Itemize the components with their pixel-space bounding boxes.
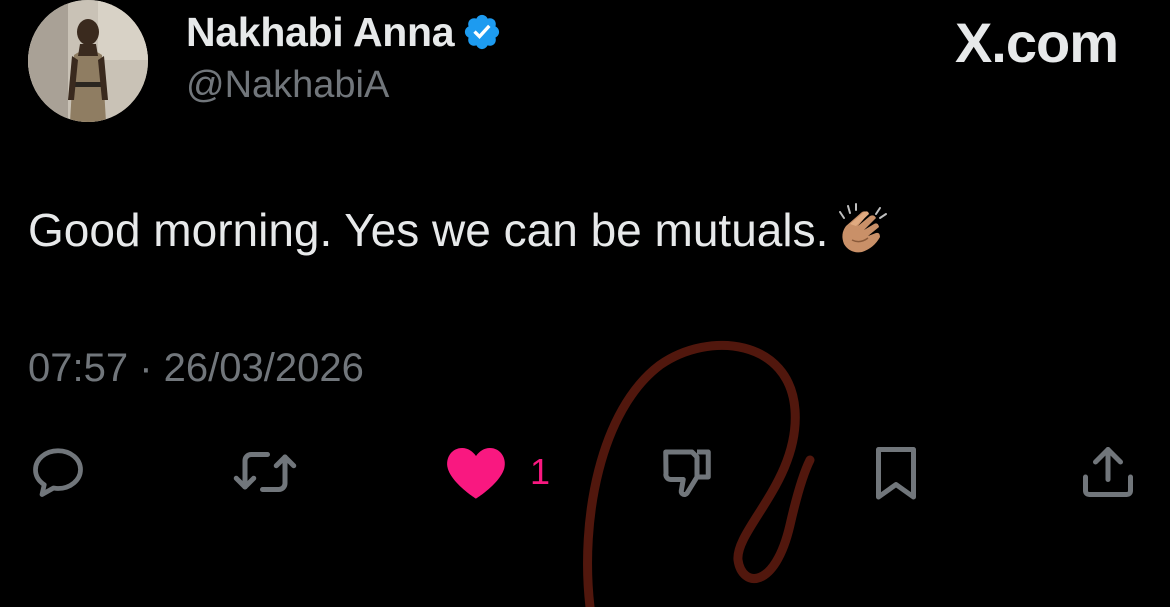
retweet-button[interactable] (230, 440, 300, 504)
dislike-button[interactable] (656, 440, 718, 504)
author-handle[interactable]: @NakhabiA (186, 64, 389, 107)
retweet-icon (233, 452, 297, 492)
author-display-name[interactable]: Nakhabi Anna (186, 9, 455, 56)
tweet-text-content: Good morning. Yes we can be mutuals. (28, 204, 829, 256)
like-count: 1 (530, 451, 551, 492)
bookmark-icon (876, 447, 916, 500)
avatar-photo (28, 0, 148, 122)
tweet-card: Nakhabi Anna @NakhabiA X.com Good mornin… (0, 0, 1170, 607)
action-bar: 1 (0, 440, 1170, 504)
reply-icon (33, 448, 83, 497)
x-logo-watermark: X.com (954, 11, 1119, 74)
avatar[interactable] (28, 0, 148, 122)
share-button[interactable] (1078, 440, 1138, 504)
clapping-hands-icon (832, 200, 892, 260)
author-name-row[interactable]: Nakhabi Anna (186, 8, 502, 56)
like-button[interactable]: 1 (444, 440, 550, 504)
tweet-text: Good morning. Yes we can be mutuals. (28, 200, 892, 260)
reply-button[interactable] (28, 440, 88, 504)
tweet-timestamp[interactable]: 07:57 · 26/03/2026 (28, 346, 364, 391)
share-icon (1083, 447, 1133, 497)
verified-badge-icon (462, 12, 502, 52)
bookmark-button[interactable] (868, 440, 924, 504)
thumbs-down-icon (663, 449, 711, 497)
heart-filled-icon (447, 448, 505, 499)
